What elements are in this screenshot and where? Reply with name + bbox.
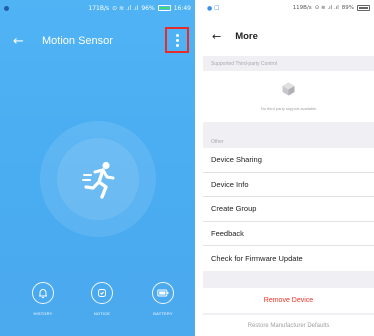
dot [175,33,179,37]
signal-icon: ⊙ ≋ .ıl .ıl [112,4,139,12]
page-title: More [235,30,258,42]
network-speed: 119B/s [292,5,312,11]
more-menu-button[interactable] [165,27,189,53]
battery-label: BATTERY [153,311,173,316]
clock: 16:49 [173,4,191,12]
third-party-empty-text: No third party support available [260,106,317,111]
remove-device-button[interactable]: Remove Device [203,288,374,313]
signal-icon: ⊙ ≋ .ıl .ıl [314,5,339,11]
battery-percent: 89% [341,5,354,11]
back-arrow-icon[interactable]: ← [13,34,33,49]
running-person-icon [82,161,115,199]
firmware-update-item[interactable]: Check for Firmware Update [203,246,374,271]
status-bar: ● ☐ 119B/s ⊙ ≋ .ıl .ıl 89% [203,0,374,16]
app-notification-icon: ● ☐ [207,4,220,12]
app-bar: ← More [203,16,374,56]
battery-icon [152,282,174,304]
app-bar: ← Motion Sensor [0,27,195,53]
notice-label: NOTICE [93,311,111,316]
third-party-panel: No third party support available [203,71,374,122]
motion-sensor-screen: 171B/s ⊙ ≋ .ıl .ıl 96% 16:49 ← Motion Se… [0,0,195,336]
battery-status-icon [357,5,370,11]
restore-defaults-button[interactable]: Restore Manufacturer Defaults [203,315,374,336]
battery-percent: 96% [141,4,155,12]
feedback-item[interactable]: Feedback [203,222,374,246]
battery-status-icon [157,5,171,11]
create-group-item[interactable]: Create Group [203,197,374,222]
history-label: HISTORY [33,311,53,316]
bottom-actions: HISTORY NOTICE BATTERY [0,282,195,322]
notification-dot-icon [4,5,9,11]
notice-icon [91,282,113,304]
dot [175,38,179,42]
back-arrow-icon[interactable]: ← [212,30,221,43]
device-info-item[interactable]: Device Info [203,173,374,197]
device-sharing-item[interactable]: Device Sharing [203,148,374,173]
battery-button[interactable]: BATTERY [143,282,183,316]
page-title: Motion Sensor [42,35,113,47]
bell-icon [32,282,54,304]
status-bar: 171B/s ⊙ ≋ .ıl .ıl 96% 16:49 [0,0,195,16]
dot [175,43,179,47]
notice-button[interactable]: NOTICE [82,282,122,316]
cube-icon [282,82,295,96]
third-party-section-header: Supported Third-party Control [211,61,278,67]
history-button[interactable]: HISTORY [23,282,63,316]
network-speed: 171B/s [88,4,110,12]
other-list: Device Sharing Device Info Create Group … [203,148,374,271]
more-screen: ● ☐ 119B/s ⊙ ≋ .ıl .ıl 89% ← More Suppor… [203,0,374,336]
